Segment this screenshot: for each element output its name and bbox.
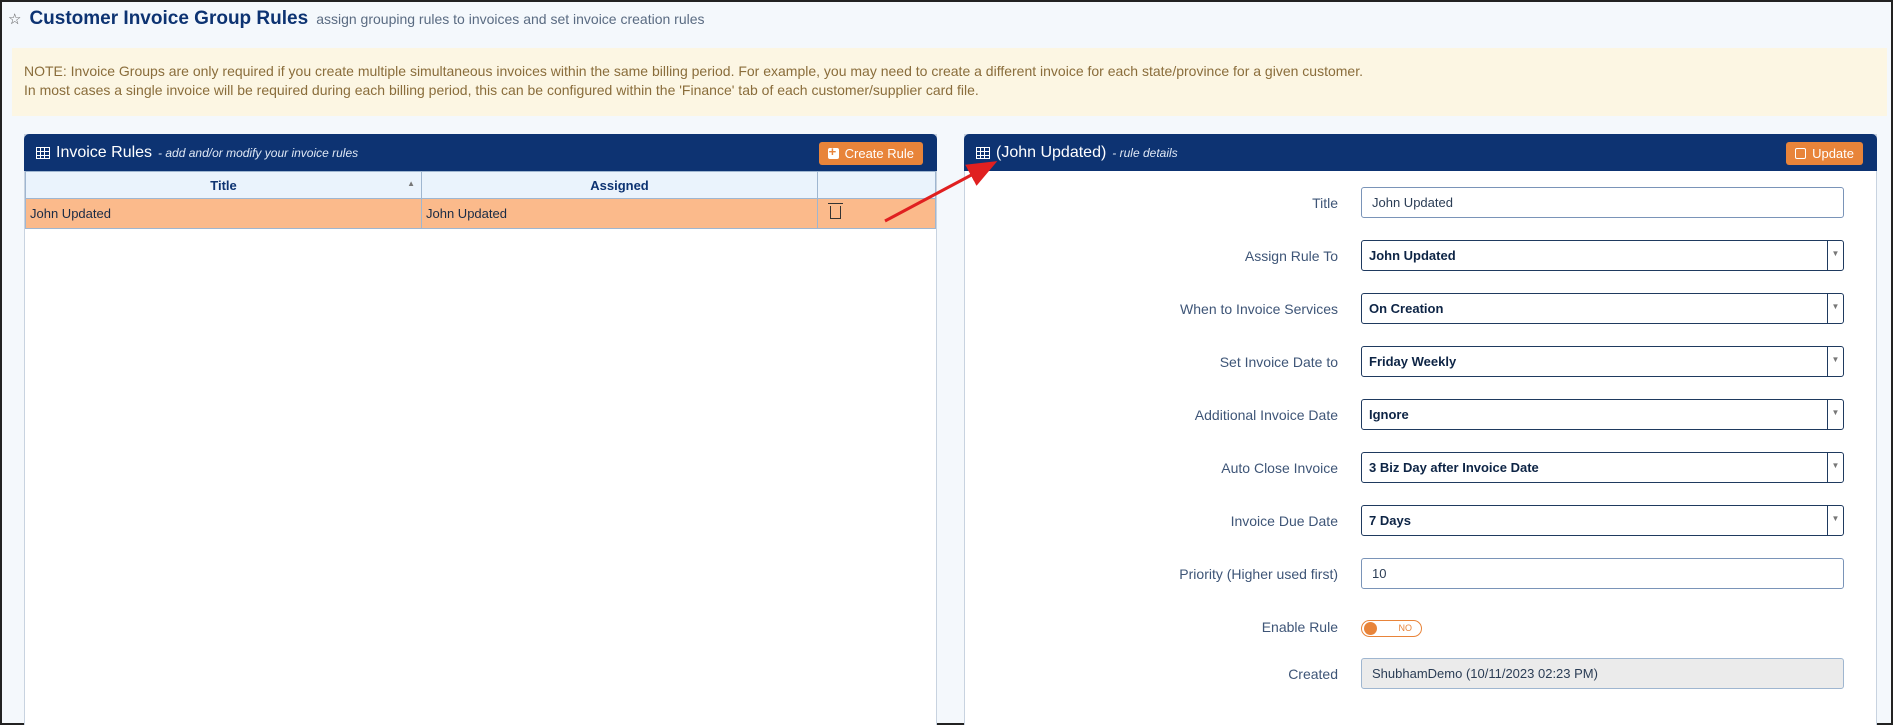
cell-title[interactable]: John Updated bbox=[25, 198, 422, 229]
enable-rule-toggle[interactable]: NO bbox=[1361, 620, 1422, 637]
chevron-down-icon: ▼ bbox=[1827, 294, 1843, 323]
priority-input[interactable]: 10 bbox=[1361, 558, 1844, 589]
form-row-autoclose: Auto Close Invoice 3 Biz Day after Invoi… bbox=[965, 452, 1878, 484]
column-header-title[interactable]: Title ▲ bbox=[25, 171, 422, 199]
rule-details-header: (John Updated) - rule details Update bbox=[964, 134, 1877, 171]
when-to-invoice-label: When to Invoice Services bbox=[1180, 301, 1338, 317]
created-field: ShubhamDemo (10/11/2023 02:23 PM) bbox=[1361, 658, 1844, 689]
column-header-actions bbox=[817, 171, 936, 199]
update-button[interactable]: Update bbox=[1786, 142, 1863, 165]
note-line-1: NOTE: Invoice Groups are only required i… bbox=[24, 63, 1363, 79]
created-label: Created bbox=[1288, 666, 1338, 682]
create-rule-label: Create Rule bbox=[844, 146, 914, 161]
when-to-invoice-select[interactable]: On Creation ▼ bbox=[1361, 293, 1844, 324]
enable-rule-label: Enable Rule bbox=[1261, 619, 1338, 635]
create-rule-button[interactable]: Create Rule bbox=[818, 142, 923, 165]
rule-details-subtitle: - rule details bbox=[1112, 145, 1178, 160]
form-row-due: Invoice Due Date 7 Days ▼ bbox=[965, 505, 1878, 537]
table-icon bbox=[976, 146, 990, 159]
page-header: ☆ Customer Invoice Group Rules assign gr… bbox=[8, 8, 705, 32]
invoice-rules-panel: Invoice Rules - add and/or modify your i… bbox=[24, 134, 937, 725]
invoice-rules-table: Title ▲ Assigned John Updated John Updat… bbox=[25, 171, 936, 229]
invoice-rules-subtitle: - add and/or modify your invoice rules bbox=[158, 145, 359, 160]
sort-asc-icon: ▲ bbox=[407, 179, 415, 188]
title-label: Title bbox=[1312, 195, 1338, 211]
auto-close-select[interactable]: 3 Biz Day after Invoice Date ▼ bbox=[1361, 452, 1844, 483]
due-date-select[interactable]: 7 Days ▼ bbox=[1361, 505, 1844, 536]
save-icon bbox=[1795, 148, 1807, 159]
trash-icon[interactable] bbox=[828, 202, 843, 219]
page-subtitle: assign grouping rules to invoices and se… bbox=[316, 11, 705, 27]
table-row[interactable]: John Updated John Updated bbox=[25, 198, 936, 229]
cell-assigned[interactable]: John Updated bbox=[421, 198, 818, 229]
auto-close-label: Auto Close Invoice bbox=[1221, 460, 1338, 476]
chevron-down-icon: ▼ bbox=[1827, 400, 1843, 429]
due-date-label: Invoice Due Date bbox=[1230, 513, 1338, 529]
note-line-2: In most cases a single invoice will be r… bbox=[24, 82, 979, 98]
form-row-created: Created ShubhamDemo (10/11/2023 02:23 PM… bbox=[965, 658, 1878, 690]
form-row-enable: Enable Rule NO bbox=[965, 611, 1878, 643]
column-header-assigned[interactable]: Assigned bbox=[421, 171, 818, 199]
plus-square-icon bbox=[827, 144, 839, 159]
chevron-down-icon: ▼ bbox=[1827, 453, 1843, 482]
toggle-state-text: NO bbox=[1398, 623, 1413, 633]
form-row-priority: Priority (Higher used first) 10 bbox=[965, 558, 1878, 590]
chevron-down-icon: ▼ bbox=[1827, 506, 1843, 535]
chevron-down-icon: ▼ bbox=[1827, 347, 1843, 376]
additional-date-label: Additional Invoice Date bbox=[1194, 407, 1338, 423]
form-row-additional: Additional Invoice Date Ignore ▼ bbox=[965, 399, 1878, 431]
title-input[interactable]: John Updated bbox=[1361, 187, 1844, 218]
additional-date-select[interactable]: Ignore ▼ bbox=[1361, 399, 1844, 430]
assign-rule-to-label: Assign Rule To bbox=[1244, 248, 1338, 264]
star-outline-icon[interactable]: ☆ bbox=[8, 10, 21, 28]
form-row-assign: Assign Rule To John Updated ▼ bbox=[965, 240, 1878, 272]
form-row-date: Set Invoice Date to Friday Weekly ▼ bbox=[965, 346, 1878, 378]
rule-details-panel: (John Updated) - rule details Update Tit… bbox=[964, 134, 1877, 725]
page-title: Customer Invoice Group Rules bbox=[29, 8, 309, 29]
invoice-rules-header: Invoice Rules - add and/or modify your i… bbox=[24, 134, 937, 171]
set-invoice-date-select[interactable]: Friday Weekly ▼ bbox=[1361, 346, 1844, 377]
update-label: Update bbox=[1812, 146, 1854, 161]
form-row-title: Title John Updated bbox=[965, 187, 1878, 219]
invoice-rules-title: Invoice Rules bbox=[56, 143, 153, 161]
priority-label: Priority (Higher used first) bbox=[1179, 566, 1338, 582]
chevron-down-icon: ▼ bbox=[1827, 241, 1843, 270]
info-note: NOTE: Invoice Groups are only required i… bbox=[12, 48, 1887, 116]
set-invoice-date-label: Set Invoice Date to bbox=[1219, 354, 1338, 370]
assign-rule-to-select[interactable]: John Updated ▼ bbox=[1361, 240, 1844, 271]
cell-actions bbox=[817, 198, 936, 229]
rule-details-title: (John Updated) bbox=[996, 143, 1107, 161]
toggle-knob bbox=[1364, 622, 1377, 635]
form-row-when: When to Invoice Services On Creation ▼ bbox=[965, 293, 1878, 325]
table-icon bbox=[36, 146, 50, 159]
